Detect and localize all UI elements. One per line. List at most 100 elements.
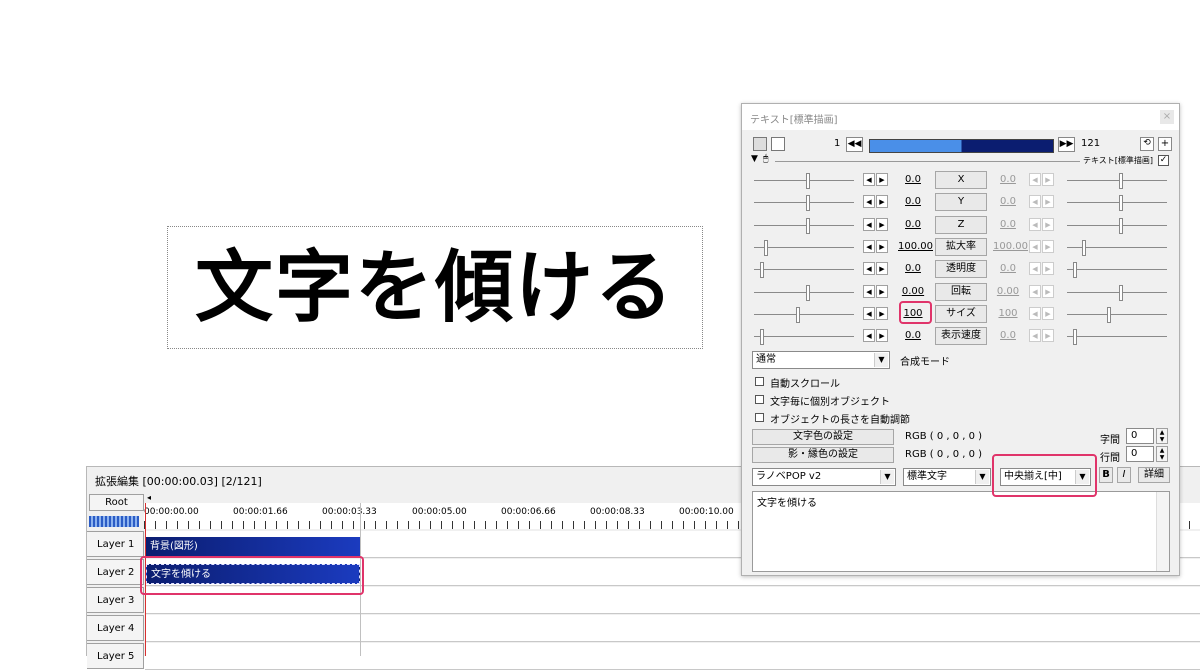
param-stepper-right[interactable]: ◀ ▶ [1029, 195, 1057, 209]
dialog-titlebar[interactable]: テキスト[標準描画] × [742, 104, 1179, 130]
param-button[interactable]: 表示速度 [935, 327, 987, 346]
param-slider-right[interactable] [1067, 239, 1167, 256]
param-slider-left[interactable] [754, 217, 854, 234]
line-spacing-label: 行間 [1100, 453, 1120, 464]
param-button[interactable]: サイズ [935, 304, 987, 323]
section-enable-checkbox[interactable]: ✓ [1158, 155, 1169, 166]
param-stepper-right[interactable]: ◀ ▶ [1029, 217, 1057, 232]
param-value-right[interactable]: 0.0 [993, 174, 1023, 185]
add-icon[interactable]: + [1158, 137, 1172, 151]
char-spacing-stepper[interactable]: ▲ ▼ [1156, 428, 1168, 444]
param-value-right[interactable]: 0.0 [993, 263, 1023, 274]
param-value-right[interactable]: 0.0 [993, 196, 1023, 207]
param-stepper-left[interactable]: ◀ ▶ [863, 284, 891, 299]
bold-button[interactable]: B [1099, 467, 1113, 483]
param-slider-right[interactable] [1067, 173, 1167, 189]
param-button[interactable]: Z [935, 215, 987, 234]
param-slider-right[interactable] [1067, 329, 1167, 346]
italic-button[interactable]: I [1117, 467, 1131, 483]
root-button[interactable]: Root [89, 494, 144, 511]
chevron-down-icon: ▼ [874, 353, 888, 367]
scroll-left-icon[interactable]: ◂ [147, 493, 151, 502]
auto-scroll-checkbox[interactable] [755, 377, 764, 386]
param-slider-right[interactable] [1067, 217, 1167, 234]
param-slider-left[interactable] [754, 173, 854, 189]
param-stepper-left[interactable]: ◀ ▶ [863, 306, 891, 321]
clip-background-shape[interactable]: 背景(図形) [146, 537, 360, 557]
param-stepper-right[interactable]: ◀ ▶ [1029, 239, 1057, 254]
param-button[interactable]: 回転 [935, 282, 987, 301]
text-color-button[interactable]: 文字色の設定 [752, 429, 894, 445]
view-icon[interactable] [771, 137, 785, 151]
line-spacing-input[interactable]: 0 [1126, 446, 1154, 462]
param-slider-left[interactable] [754, 262, 854, 279]
close-icon[interactable]: × [1160, 110, 1174, 124]
param-stepper-right[interactable]: ◀ ▶ [1029, 329, 1057, 343]
double-left-arrow-icon[interactable]: ◀◀ [846, 137, 863, 152]
layer-label-5[interactable]: Layer 5 [87, 643, 144, 669]
param-stepper-left[interactable]: ◀ ▶ [863, 329, 891, 343]
param-value-right[interactable]: 100 [993, 308, 1023, 319]
param-value-right[interactable]: 0.0 [993, 219, 1023, 230]
param-button[interactable]: Y [935, 193, 987, 212]
param-slider-right[interactable] [1067, 306, 1167, 323]
layer-lane-4[interactable] [145, 615, 1200, 642]
preview-text-object[interactable]: 文字を傾ける [195, 249, 675, 327]
param-value-right[interactable]: 0.00 [993, 286, 1023, 297]
param-slider-right[interactable] [1067, 284, 1167, 301]
shadow-color-button[interactable]: 影・縁色の設定 [752, 447, 894, 463]
param-value-left[interactable]: 0.0 [898, 174, 928, 185]
blend-mode-select[interactable]: 通常 ▼ [752, 351, 890, 369]
refresh-icon[interactable]: ⟲ [1140, 137, 1154, 151]
double-right-arrow-icon[interactable]: ▶▶ [1058, 137, 1075, 152]
param-value-left[interactable]: 0.0 [898, 219, 928, 230]
param-value-left[interactable]: 100.00 [898, 241, 933, 252]
text-style-value: 標準文字 [907, 471, 947, 482]
param-value-right[interactable]: 100.00 [993, 241, 1028, 252]
param-slider-left[interactable] [754, 329, 854, 346]
param-stepper-right[interactable]: ◀ ▶ [1029, 306, 1057, 321]
param-button[interactable]: 透明度 [935, 260, 987, 279]
param-slider-right[interactable] [1067, 262, 1167, 279]
param-value-left[interactable]: 0.0 [898, 330, 928, 341]
param-button[interactable]: X [935, 171, 987, 189]
frame-seek-bar[interactable] [869, 139, 1054, 153]
zoom-scrollbar[interactable] [89, 516, 139, 527]
line-spacing-stepper[interactable]: ▲ ▼ [1156, 446, 1168, 462]
preview-canvas[interactable]: 文字を傾ける [167, 226, 703, 349]
per-char-object-checkbox[interactable] [755, 395, 764, 404]
layer-label-1[interactable]: Layer 1 [87, 531, 144, 557]
camera-icon[interactable] [753, 137, 767, 151]
param-value-left[interactable]: 0.0 [898, 263, 928, 274]
param-stepper-left[interactable]: ◀ ▶ [863, 195, 891, 209]
param-slider-left[interactable] [754, 239, 854, 256]
param-value-left[interactable]: 0.00 [898, 286, 928, 297]
detail-button[interactable]: 詳細 [1138, 467, 1170, 483]
param-stepper-left[interactable]: ◀ ▶ [863, 173, 891, 187]
auto-length-checkbox[interactable] [755, 413, 764, 422]
collapse-arrow-icon[interactable]: ▼ [751, 154, 758, 164]
text-style-select[interactable]: 標準文字 ▼ [903, 468, 991, 486]
param-slider-left[interactable] [754, 284, 854, 301]
param-stepper-right[interactable]: ◀ ▶ [1029, 173, 1057, 187]
param-value-right[interactable]: 0.0 [993, 330, 1023, 341]
layer-lane-5[interactable] [145, 643, 1200, 670]
param-stepper-left[interactable]: ◀ ▶ [863, 262, 891, 276]
param-value-left[interactable]: 0.0 [898, 196, 928, 207]
param-slider-left[interactable] [754, 195, 854, 212]
param-stepper-left[interactable]: ◀ ▶ [863, 239, 891, 254]
layer-label-3[interactable]: Layer 3 [87, 587, 144, 613]
char-spacing-input[interactable]: 0 [1126, 428, 1154, 444]
font-select[interactable]: ラノベPOP v2 ▼ [752, 468, 896, 486]
param-stepper-right[interactable]: ◀ ▶ [1029, 262, 1057, 276]
param-slider-left[interactable] [754, 306, 854, 323]
param-slider-right[interactable] [1067, 195, 1167, 212]
param-button[interactable]: 拡大率 [935, 237, 987, 256]
layer-label-2[interactable]: Layer 2 [87, 559, 144, 585]
param-stepper-left[interactable]: ◀ ▶ [863, 217, 891, 232]
ruler-label: 00:00:10.00 [679, 507, 734, 517]
textarea-scrollbar[interactable] [1156, 492, 1169, 571]
layer-label-4[interactable]: Layer 4 [87, 615, 144, 641]
text-content-input[interactable]: 文字を傾ける [752, 491, 1170, 572]
param-stepper-right[interactable]: ◀ ▶ [1029, 284, 1057, 299]
